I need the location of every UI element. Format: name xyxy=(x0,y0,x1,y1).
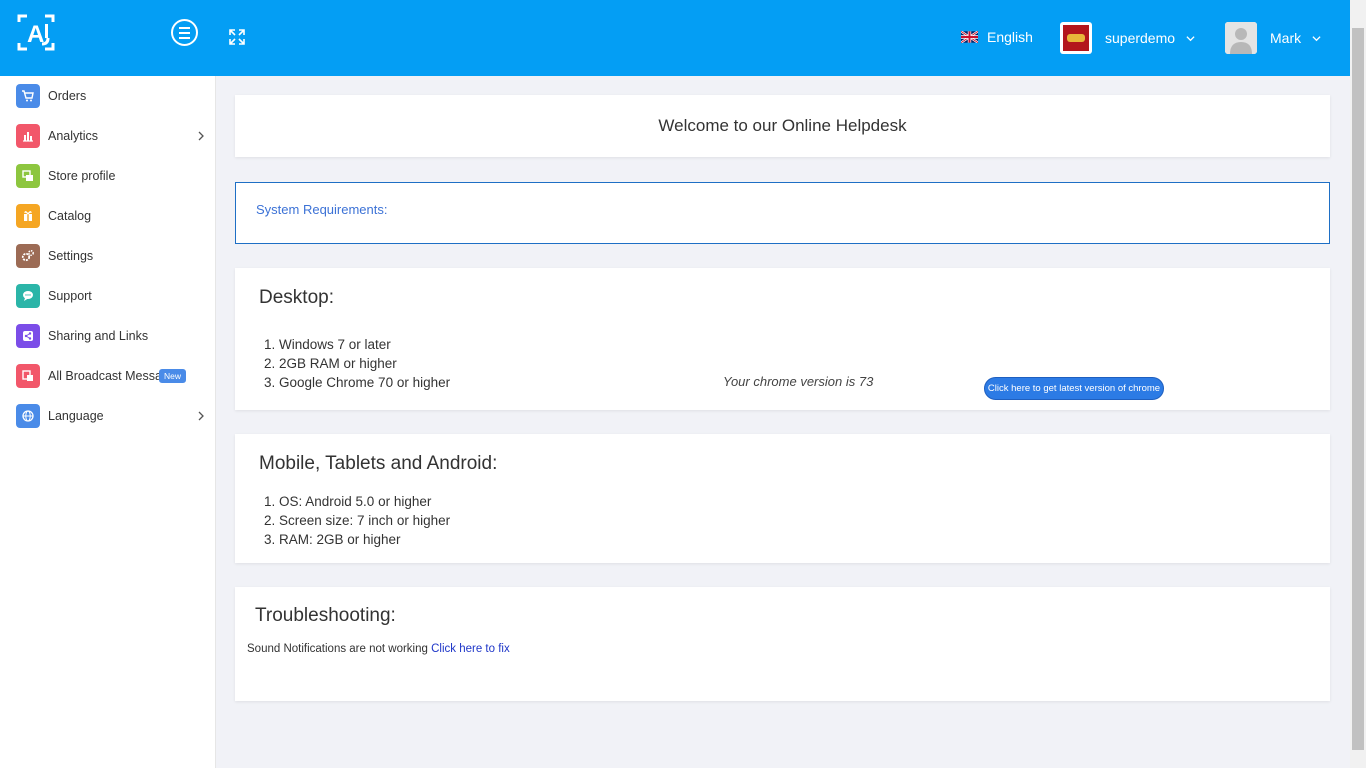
store-name: superdemo xyxy=(1105,30,1176,46)
broadcast-icon xyxy=(16,364,40,388)
sidebar-item-catalog[interactable]: Catalog xyxy=(16,204,211,228)
menu-toggle-button[interactable] xyxy=(171,19,198,46)
system-requirements-card[interactable]: System Requirements: xyxy=(235,182,1330,244)
list-item: 3. Google Chrome 70 or higher xyxy=(264,375,451,390)
page-scrollbar[interactable] xyxy=(1350,0,1366,768)
sidebar-item-settings[interactable]: Settings xyxy=(16,244,211,268)
sidebar-item-label: Analytics xyxy=(48,129,99,143)
scrollbar-thumb[interactable] xyxy=(1352,28,1364,750)
sound-notification-row: Sound Notifications are not working Clic… xyxy=(247,643,510,655)
svg-text:A: A xyxy=(27,21,44,48)
cart-icon xyxy=(16,84,40,108)
user-name: Mark xyxy=(1270,30,1302,46)
list-item: 2. 2GB RAM or higher xyxy=(264,356,397,371)
uk-flag-icon xyxy=(961,31,978,43)
sidebar-item-analytics[interactable]: Analytics xyxy=(16,124,211,148)
list-item: 1. Windows 7 or later xyxy=(264,337,391,352)
fullscreen-icon[interactable] xyxy=(229,29,245,45)
desktop-title: Desktop: xyxy=(259,287,334,308)
sidebar-item-orders[interactable]: Orders xyxy=(16,84,211,108)
bar-chart-icon xyxy=(16,124,40,148)
chevron-right-icon xyxy=(198,411,204,421)
store-selector[interactable]: superdemo xyxy=(1060,22,1195,54)
fix-sound-link[interactable]: Click here to fix xyxy=(431,643,510,655)
desktop-requirements-list: 1. Windows 7 or later 2. 2GB RAM or high… xyxy=(264,335,450,392)
sound-notification-text: Sound Notifications are not working xyxy=(247,643,428,655)
sidebar-item-label: Catalog xyxy=(48,209,92,223)
gears-icon xyxy=(16,244,40,268)
chat-icon xyxy=(16,284,40,308)
user-menu[interactable]: Mark xyxy=(1225,22,1321,54)
top-bar: A English superdemo Mark xyxy=(0,0,1350,76)
welcome-card: Welcome to our Online Helpdesk xyxy=(235,95,1330,157)
share-icon xyxy=(16,324,40,348)
mobile-requirements-list: 1. OS: Android 5.0 or higher 2. Screen s… xyxy=(264,492,450,549)
language-selector[interactable]: English xyxy=(961,29,1033,45)
app-logo[interactable]: A xyxy=(17,14,55,51)
mobile-title: Mobile, Tablets and Android: xyxy=(259,453,498,474)
sidebar-item-broadcast[interactable]: All Broadcast Messages New xyxy=(16,364,211,388)
sidebar-item-support[interactable]: Support xyxy=(16,284,211,308)
list-item: 3. RAM: 2GB or higher xyxy=(264,532,401,547)
system-requirements-link[interactable]: System Requirements: xyxy=(256,202,388,217)
welcome-heading: Welcome to our Online Helpdesk xyxy=(658,116,907,135)
troubleshooting-title: Troubleshooting: xyxy=(255,605,396,626)
get-chrome-button[interactable]: Click here to get latest version of chro… xyxy=(984,377,1164,400)
chevron-down-icon xyxy=(1312,35,1321,41)
globe-icon xyxy=(16,404,40,428)
user-avatar xyxy=(1225,22,1257,54)
sidebar: Orders Analytics Store profile Catalog S… xyxy=(0,76,216,768)
sidebar-item-label: Support xyxy=(48,289,92,303)
language-label: English xyxy=(987,29,1033,45)
chevron-right-icon xyxy=(198,131,204,141)
chrome-version-text: Your chrome version is 73 xyxy=(723,374,874,389)
list-item: 2. Screen size: 7 inch or higher xyxy=(264,513,451,528)
gift-icon xyxy=(16,204,40,228)
chevron-down-icon xyxy=(1186,35,1195,41)
store-logo xyxy=(1060,22,1092,54)
sidebar-item-label: Language xyxy=(48,409,104,423)
list-item: 1. OS: Android 5.0 or higher xyxy=(264,494,432,509)
sidebar-item-label: Orders xyxy=(48,89,87,103)
sidebar-item-label: Sharing and Links xyxy=(48,329,149,343)
new-badge: New xyxy=(159,369,187,383)
sidebar-item-label: Store profile xyxy=(48,169,116,183)
sidebar-item-label: All Broadcast Messages xyxy=(48,369,160,383)
sidebar-item-sharing[interactable]: Sharing and Links xyxy=(16,324,211,348)
sidebar-item-language[interactable]: Language xyxy=(16,404,211,428)
store-icon xyxy=(16,164,40,188)
sidebar-item-label: Settings xyxy=(48,249,94,263)
sidebar-item-store-profile[interactable]: Store profile xyxy=(16,164,211,188)
